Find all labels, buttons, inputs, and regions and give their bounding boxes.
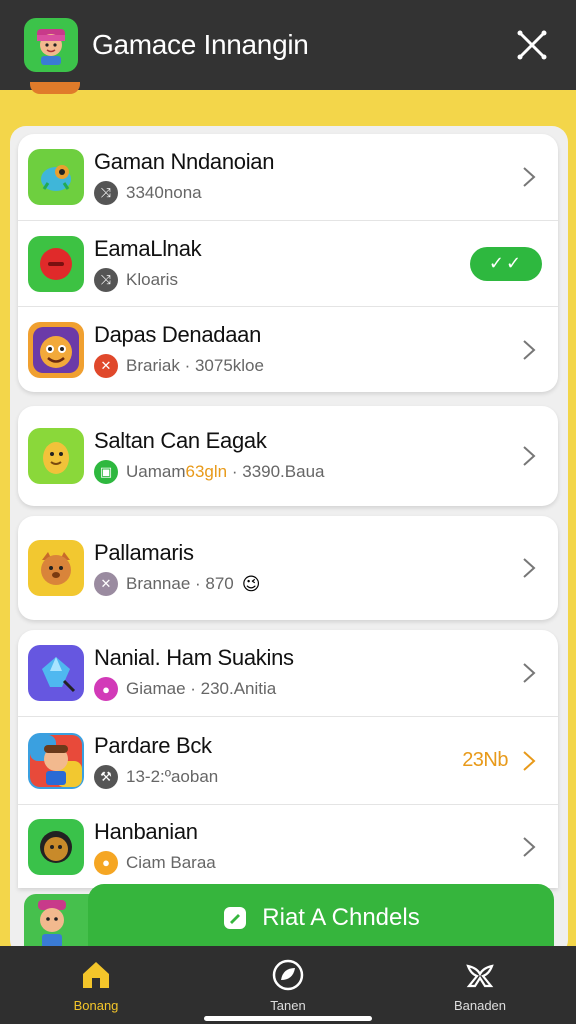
leaf-icon: [272, 959, 304, 991]
nav-item-home[interactable]: Bonang: [26, 958, 166, 1013]
close-icon: [517, 30, 547, 60]
subtitle-highlight: 63gln: [185, 462, 228, 481]
list-item[interactable]: Pallamaris ✕ Brannae · 870 😉: [18, 516, 558, 620]
item-title: Nanial. Ham Suakins: [94, 645, 294, 670]
peek-icon: [30, 82, 80, 94]
chevron-right-icon[interactable]: [514, 832, 544, 862]
item-subtitle: Kloaris: [126, 269, 178, 289]
list-item[interactable]: EamaLlnak ⤨ Kloaris ✓✓: [18, 220, 558, 306]
item-subtitle: Uamam63gln · 3390.Baua: [126, 462, 325, 482]
wrench-icon: ⚒: [94, 764, 118, 789]
page-title: Gamace Innangin: [92, 29, 309, 60]
item-subtitle: Giamae · 230.Anitia: [126, 679, 277, 698]
list-card: Saltan Can Eagak ▣ Uamam63gln · 3390.Bau…: [18, 406, 558, 506]
chevron-right-icon[interactable]: [514, 162, 544, 192]
item-title: Hanbanian: [94, 818, 198, 844]
chevron-right-icon[interactable]: [514, 441, 544, 471]
nav-item-tanen[interactable]: Tanen: [218, 958, 358, 1013]
nav-label: Banaden: [453, 998, 507, 1013]
list-item[interactable]: Dapas Denadaan ✕ Brariak · 3075kloe: [18, 306, 558, 392]
primary-action-label: Riat A Chndels: [262, 904, 420, 931]
item-subtitle: 13-2:ºaoban: [126, 766, 219, 786]
list-item[interactable]: Gaman Nndanoian ⤨ 3340nona: [18, 134, 558, 220]
item-title: Gaman Nndanoian: [94, 149, 275, 174]
nav-label: Bonang: [73, 998, 119, 1013]
item-title: Pallamaris: [94, 540, 194, 565]
item-title: Saltan Can Eagak: [94, 428, 267, 453]
list-item[interactable]: Nanial. Ham Suakins ● Giamae · 230.Aniti…: [18, 630, 558, 716]
game-icon: [28, 645, 84, 701]
game-icon: [28, 818, 84, 875]
game-icon: [28, 540, 84, 596]
shuffle-icon: ⤨: [94, 267, 118, 292]
game-icon: [28, 428, 84, 484]
game-icon: [28, 149, 84, 205]
item-subtitle: Brannae · 870: [126, 574, 234, 593]
item-subtitle: 3340nona: [126, 183, 202, 202]
chevron-right-icon[interactable]: [514, 553, 544, 583]
subtitle-part: Uamam: [126, 462, 186, 481]
smile-emoji-icon: 😉: [241, 573, 261, 594]
top-bar: Gamace Innangin: [0, 0, 576, 90]
game-icon: [28, 235, 84, 292]
item-title: Pardare Bck: [94, 732, 212, 758]
chevron-right-icon[interactable]: [514, 658, 544, 688]
home-icon: [83, 962, 109, 988]
list-item[interactable]: Saltan Can Eagak ▣ Uamam63gln · 3390.Bau…: [18, 406, 558, 506]
primary-action-button[interactable]: Riat A Chndels: [88, 884, 554, 952]
item-title: Dapas Denadaan: [94, 321, 262, 347]
bottom-navigation: Bonang Tanen Banaden: [0, 946, 576, 1024]
avatar-app-icon: [24, 18, 78, 72]
item-title: EamaLlnak: [94, 235, 202, 261]
game-icon: [28, 732, 84, 789]
subtitle-part: · 3390.Baua: [231, 462, 325, 481]
chevron-right-icon[interactable]: [514, 746, 544, 776]
item-subtitle: Ciam Baraa: [126, 852, 216, 872]
bow-icon: [466, 964, 494, 988]
installed-toggle[interactable]: ✓✓: [470, 246, 542, 281]
x-icon: ✕: [94, 353, 118, 378]
item-extra-label: 23Nb: [462, 749, 508, 771]
close-button[interactable]: [512, 25, 552, 65]
chevron-right-icon[interactable]: [514, 335, 544, 365]
x-icon: ✕: [94, 572, 118, 596]
nav-label: Tanen: [270, 998, 306, 1013]
list-card: Nanial. Ham Suakins ● Giamae · 230.Aniti…: [18, 630, 558, 888]
header-background: [0, 90, 576, 130]
nav-item-banaden[interactable]: Banaden: [410, 958, 550, 1013]
grid-icon: ▣: [94, 460, 118, 484]
list-card: Pallamaris ✕ Brannae · 870 😉: [18, 516, 558, 620]
circle-icon: ●: [94, 677, 118, 701]
shuffle-icon: ⤨: [94, 181, 118, 205]
list-item[interactable]: Hanbanian ● Ciam Baraa: [18, 804, 558, 888]
item-subtitle: Brariak · 3075kloe: [126, 355, 264, 375]
edit-icon: [222, 905, 248, 931]
list-item[interactable]: Pardare Bck ⚒ 13-2:ºaoban 23Nb: [18, 716, 558, 804]
list-card: Gaman Nndanoian ⤨ 3340nona EamaLlnak ⤨ K…: [18, 134, 558, 392]
circle-icon: ●: [94, 850, 118, 875]
game-icon: [28, 321, 84, 378]
home-indicator: [204, 1016, 372, 1021]
